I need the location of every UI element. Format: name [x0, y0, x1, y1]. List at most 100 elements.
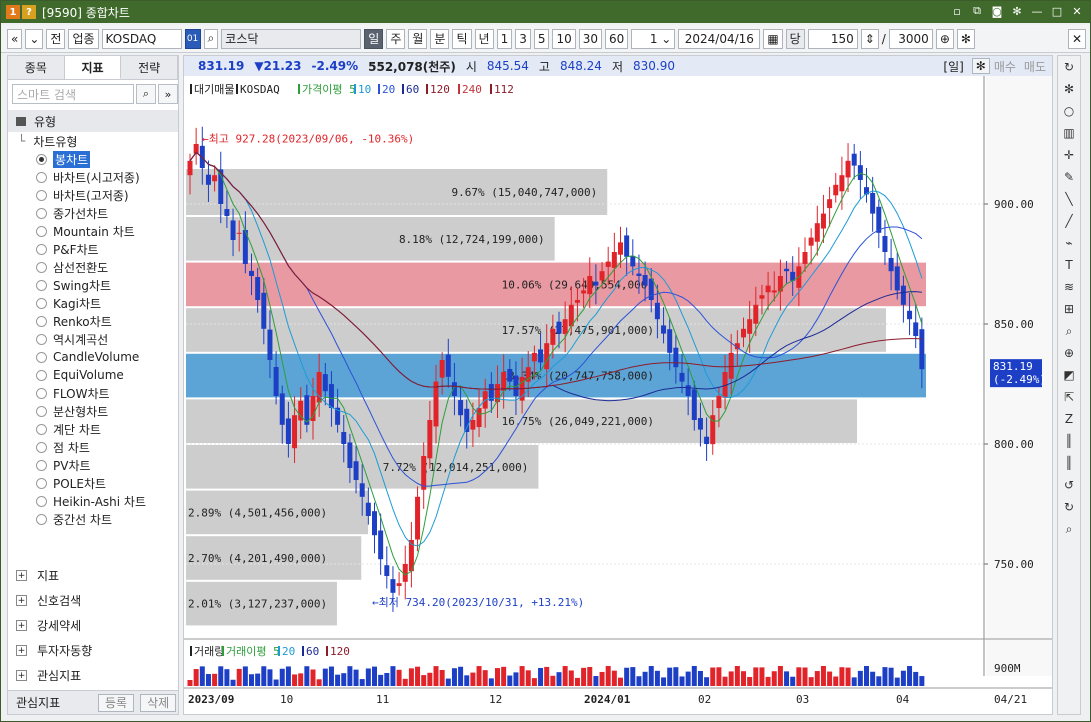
all-button[interactable]: 전 [46, 28, 66, 49]
refresh-icon[interactable]: ↻ [1058, 56, 1080, 78]
chart-type-item[interactable]: Renko차트 [8, 312, 178, 330]
grid-tool-icon[interactable]: ║ [1058, 430, 1080, 452]
close-icon[interactable]: ✕ [1070, 4, 1084, 18]
expand-plus-icon[interactable]: + [16, 595, 27, 606]
date-field[interactable]: 2024/04/16 [678, 28, 761, 49]
count-select[interactable]: 1 ⌄ [631, 28, 676, 49]
chart-type-item[interactable]: Swing차트 [8, 276, 178, 294]
expand-plus-icon[interactable]: + [16, 570, 27, 581]
sell-button[interactable]: 매도 [1024, 58, 1046, 75]
interval-5[interactable]: 5 [533, 28, 550, 49]
radio-icon[interactable] [36, 243, 47, 255]
search-icon[interactable]: ⌕ [203, 28, 219, 49]
radio-icon[interactable] [36, 207, 47, 219]
radio-icon[interactable] [36, 495, 47, 507]
code-box[interactable]: 01 [184, 28, 201, 49]
copy-icon[interactable]: ⧉ [970, 4, 984, 18]
line-tool-icon[interactable]: ╲ [1058, 188, 1080, 210]
new-window-icon[interactable]: ▫ [950, 4, 964, 18]
chart-type-item[interactable]: 종가선차트 [8, 204, 178, 222]
chart-type-item[interactable]: 바차트(시고저종) [8, 168, 178, 186]
grid2-tool-icon[interactable]: ║ [1058, 452, 1080, 474]
chart-settings-icon[interactable]: ✻ [956, 28, 975, 49]
magnifier-icon[interactable]: ⌕ [1058, 320, 1080, 342]
expand-plus-icon[interactable]: + [16, 645, 27, 656]
tab-indicator[interactable]: 지표 [64, 56, 122, 79]
maximize-icon[interactable]: □ [1050, 4, 1064, 18]
prev-icon[interactable]: « [7, 28, 23, 49]
chart-type-item[interactable]: 봉차트 [8, 150, 178, 168]
radio-icon[interactable] [36, 387, 47, 399]
buy-button[interactable]: 매수 [994, 58, 1016, 75]
expand-plus-icon[interactable]: + [16, 670, 27, 681]
trend-line-icon[interactable]: ╱ [1058, 210, 1080, 232]
chart-type-item[interactable]: P&F차트 [8, 240, 178, 258]
history-dropdown-icon[interactable]: ⌄ [25, 28, 44, 49]
zoom-in-icon[interactable]: ⊕ [1058, 342, 1080, 364]
text-tool-icon[interactable]: T [1058, 254, 1080, 276]
chart-type-item[interactable]: FLOW차트 [8, 384, 178, 402]
chart-type-item[interactable]: POLE차트 [8, 474, 178, 492]
expand-plus-icon[interactable]: + [16, 620, 27, 631]
camera-icon[interactable]: ◙ [990, 4, 1004, 18]
z-tool-icon[interactable]: Z [1058, 408, 1080, 430]
total-count-field[interactable]: 3000 [888, 28, 933, 49]
period-tick-tab[interactable]: 틱 [452, 28, 472, 49]
app-badge[interactable]: 1 [6, 5, 20, 19]
pattern-icon[interactable]: ◩ [1058, 364, 1080, 386]
tree-investor[interactable]: + 투자자동향 [8, 638, 178, 663]
chart-type-item[interactable]: EquiVolume [8, 366, 178, 384]
tab-stock[interactable]: 종목 [8, 56, 65, 79]
search-icon[interactable]: ⌕ [1058, 518, 1080, 540]
radio-icon[interactable] [36, 261, 47, 273]
chart-type-item[interactable]: Heikin-Ashi 차트 [8, 492, 178, 510]
radio-icon[interactable] [36, 153, 47, 165]
radio-icon[interactable] [36, 441, 47, 453]
radio-icon[interactable] [36, 369, 47, 381]
radio-icon[interactable] [36, 171, 47, 183]
chart-type-item[interactable]: Kagi차트 [8, 294, 178, 312]
radio-icon[interactable] [36, 225, 47, 237]
interval-60[interactable]: 60 [605, 28, 629, 49]
gear-icon[interactable]: ✻ [971, 58, 990, 74]
undo-icon[interactable]: ↺ [1058, 474, 1080, 496]
chart-type-item[interactable]: PV차트 [8, 456, 178, 474]
chart-type-item[interactable]: 역시계곡선 [8, 330, 178, 348]
period-month-tab[interactable]: 월 [408, 28, 428, 49]
radio-icon[interactable] [36, 315, 47, 327]
bar-tool-icon[interactable]: ⊞ [1058, 298, 1080, 320]
zoom-icon[interactable]: ⊕ [935, 28, 954, 49]
radio-icon[interactable] [36, 423, 47, 435]
interval-30[interactable]: 30 [578, 28, 603, 49]
chart-type-item[interactable]: 중간선 차트 [8, 510, 178, 528]
interval-1[interactable]: 1 [496, 28, 513, 49]
crosshair-icon[interactable]: ✛ [1058, 144, 1080, 166]
radio-icon[interactable] [36, 297, 47, 309]
tree-favorite[interactable]: + 관심지표 [8, 663, 178, 688]
tree-group-type[interactable]: 유형 [8, 110, 178, 132]
tree-signal[interactable]: + 신호검색 [8, 588, 178, 613]
gear-icon[interactable]: ✻ [1058, 78, 1080, 100]
redo-icon[interactable]: ↻ [1058, 496, 1080, 518]
auto-line-icon[interactable]: ⌁ [1058, 232, 1080, 254]
register-button[interactable]: 등록 [98, 693, 135, 712]
arrow-tool-icon[interactable]: ⇱ [1058, 386, 1080, 408]
search-icon[interactable]: ⌕ [136, 84, 156, 104]
radio-icon[interactable] [36, 477, 47, 489]
tree-strength[interactable]: + 강세약세 [8, 613, 178, 638]
tree-subgroup[interactable]: └ 차트유형 [8, 132, 178, 150]
chart-type-item[interactable]: Mountain 차트 [8, 222, 178, 240]
chart-type-item[interactable]: 바차트(고저종) [8, 186, 178, 204]
sector-button[interactable]: 업종 [68, 28, 99, 49]
chart-type-item[interactable]: 삼선전환도 [8, 258, 178, 276]
pen-tool-icon[interactable]: ✎ [1058, 166, 1080, 188]
radio-icon[interactable] [36, 459, 47, 471]
settings-icon[interactable]: ✻ [1010, 4, 1024, 18]
circle-tool-icon[interactable]: ○ [1058, 100, 1080, 122]
period-year-tab[interactable]: 년 [474, 28, 494, 49]
smart-search-input[interactable]: 스마트 검색 [12, 84, 134, 104]
minimize-icon[interactable]: — [1030, 4, 1044, 18]
close-chart-icon[interactable]: ✕ [1067, 28, 1086, 49]
radio-icon[interactable] [36, 189, 47, 201]
radio-icon[interactable] [36, 405, 47, 417]
